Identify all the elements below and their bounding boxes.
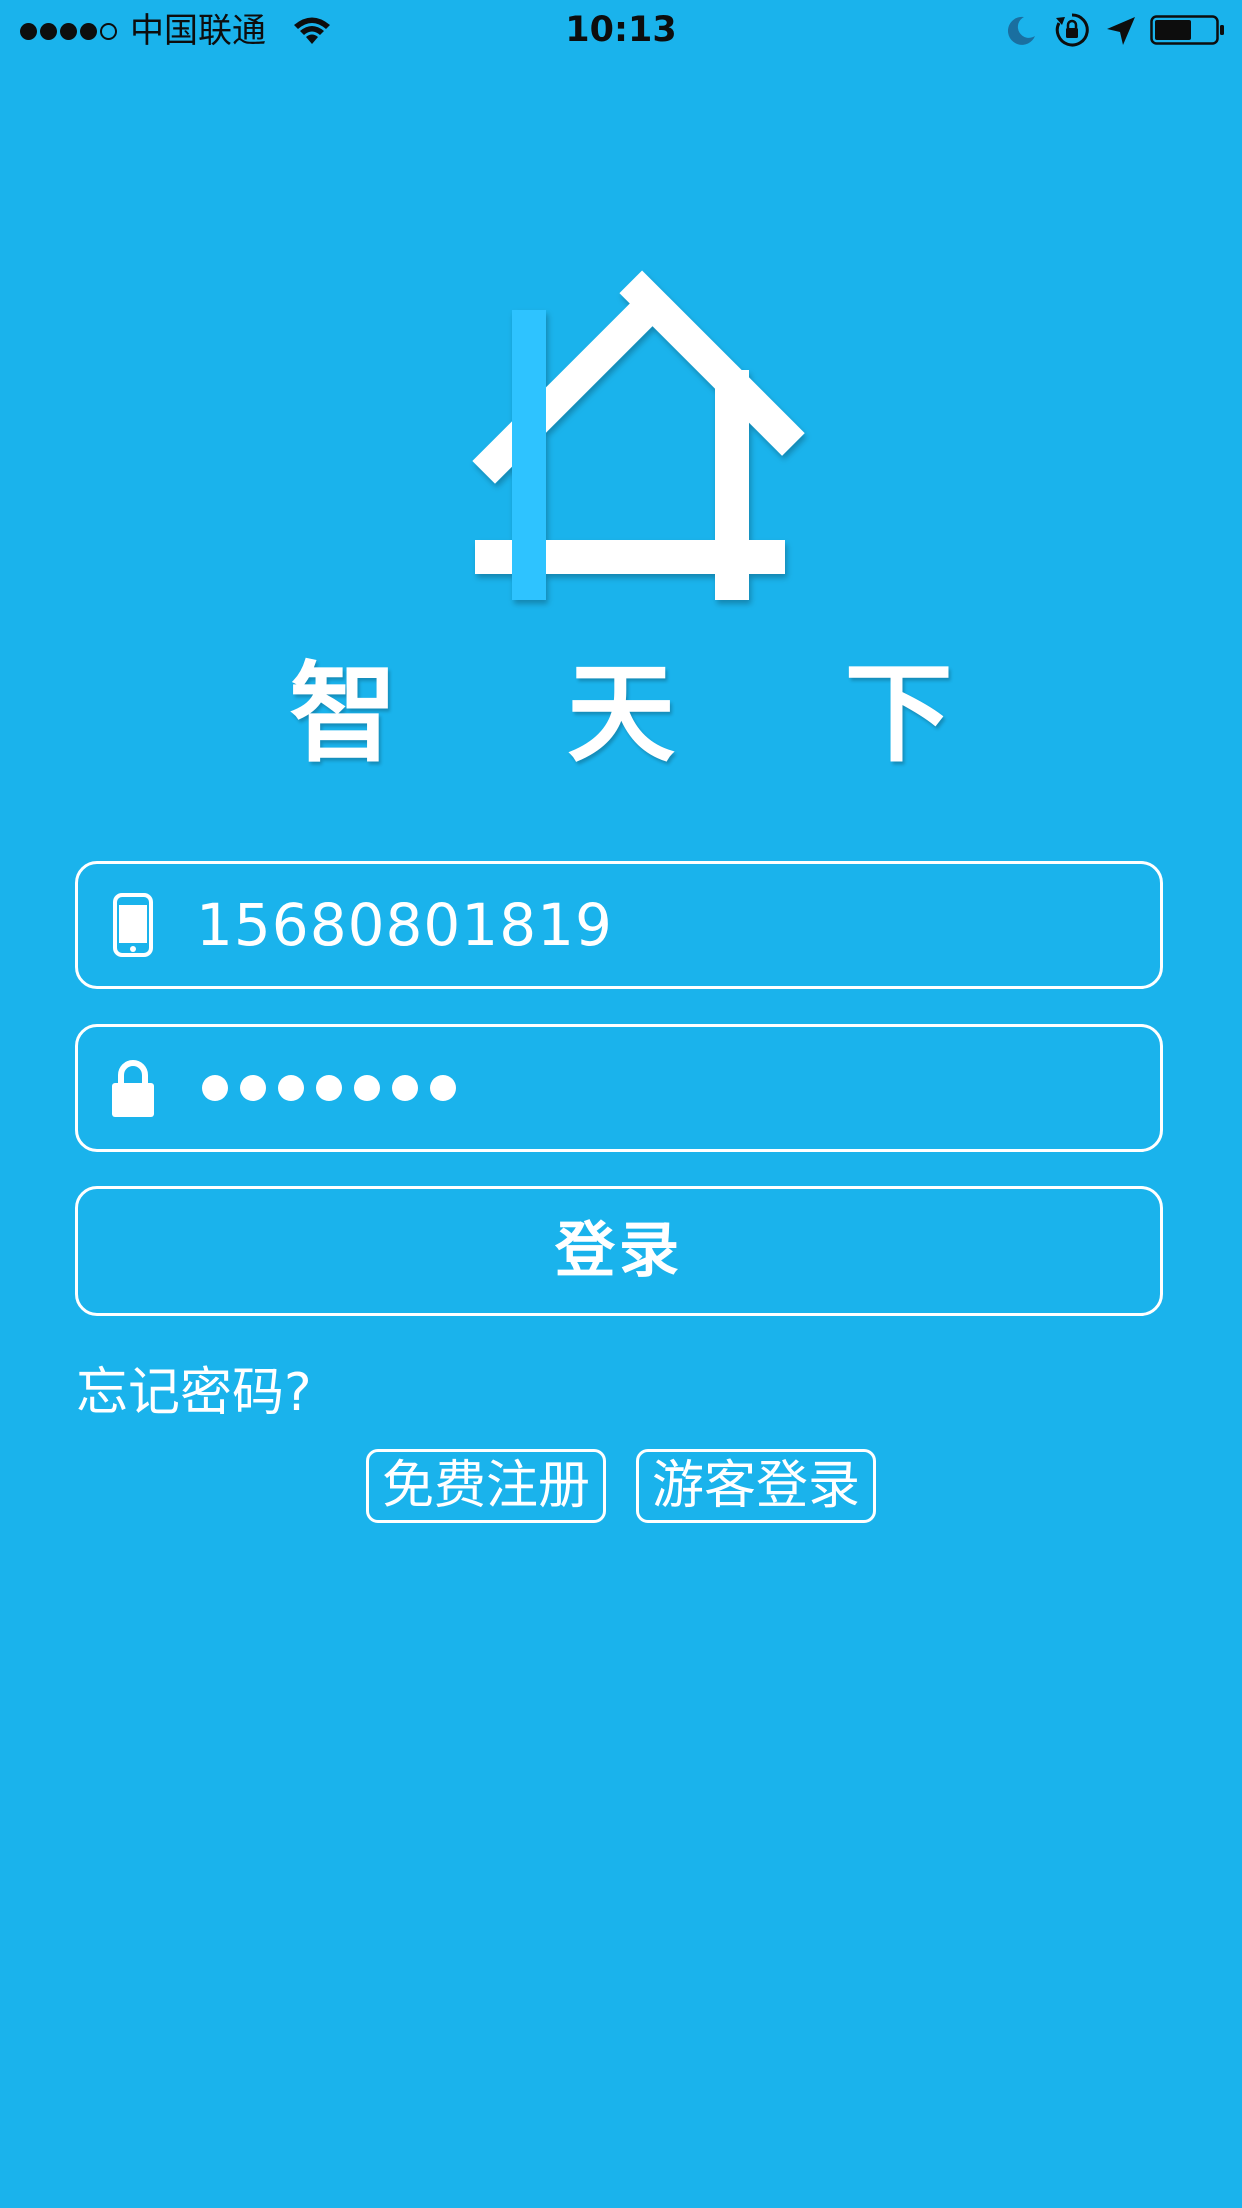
guest-login-button[interactable]: 游客登录 xyxy=(636,1449,876,1523)
login-button[interactable]: 登录 xyxy=(75,1186,1163,1316)
forgot-password-link[interactable]: 忘记密码? xyxy=(76,1358,312,1428)
house-icon xyxy=(472,270,805,600)
rotation-lock-icon xyxy=(1055,13,1089,47)
password-mask-dot xyxy=(392,1075,418,1101)
status-bar: 中国联通 10:13 xyxy=(0,0,1242,62)
phone-field[interactable]: 15680801819 xyxy=(75,861,1163,989)
location-icon xyxy=(1107,17,1135,45)
login-screen: 中国联通 10:13 智 天 下 15680801819 登录 忘记密码? 免费… xyxy=(0,0,1242,2208)
battery-icon xyxy=(1150,15,1224,45)
phone-input[interactable]: 15680801819 xyxy=(196,864,613,986)
password-input[interactable] xyxy=(202,1027,468,1149)
password-field[interactable] xyxy=(75,1024,1163,1152)
password-mask-dot xyxy=(278,1075,304,1101)
register-button[interactable]: 免费注册 xyxy=(366,1449,606,1523)
phone-icon xyxy=(113,893,153,957)
password-mask-dot xyxy=(354,1075,380,1101)
moon-icon xyxy=(1007,16,1035,45)
password-mask-dot xyxy=(430,1075,456,1101)
password-mask-dot xyxy=(240,1075,266,1101)
password-mask-dot xyxy=(202,1075,228,1101)
lock-icon xyxy=(112,1060,154,1117)
brand-title: 智 天 下 xyxy=(289,652,1019,777)
password-mask-dot xyxy=(316,1075,342,1101)
